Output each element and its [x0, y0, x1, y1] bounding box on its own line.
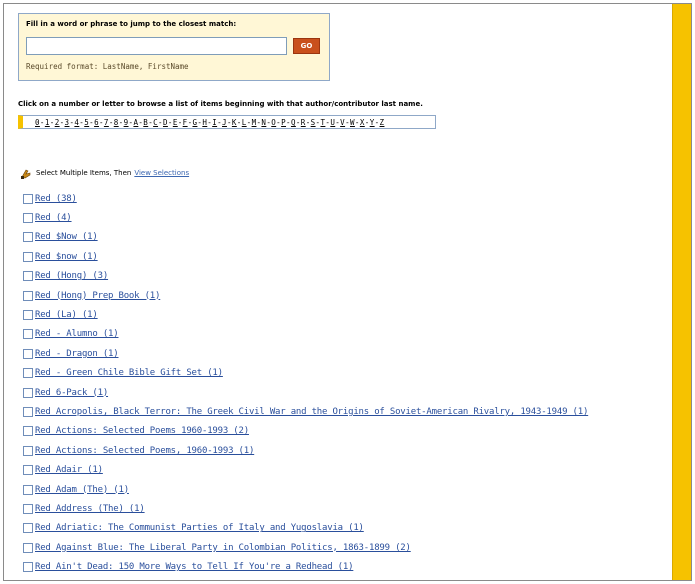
- list-item: Red Address (The) (1): [23, 499, 588, 518]
- select-checkbox[interactable]: [23, 484, 33, 495]
- format-note: Required format: LastName, FirstName: [26, 62, 189, 71]
- multi-select-text: Select Multiple Items, Then: [36, 169, 132, 177]
- select-checkbox[interactable]: [23, 406, 33, 417]
- list-item: Red (4): [23, 208, 588, 227]
- go-button[interactable]: GO: [293, 38, 320, 54]
- list-item: Red 6-Pack (1): [23, 383, 588, 402]
- select-checkbox[interactable]: [23, 213, 33, 224]
- result-link[interactable]: Red - Green Chile Bible Gift Set (1): [35, 368, 223, 378]
- results-list: Red (38) Red (4) Red $Now (1) Red $now (1) R…: [23, 189, 588, 577]
- result-link[interactable]: Red (Hong) (3): [35, 271, 108, 281]
- select-checkbox[interactable]: [23, 465, 33, 476]
- search-input[interactable]: [26, 37, 287, 55]
- list-item: Red $now (1): [23, 247, 588, 266]
- list-item: Red Adair (1): [23, 460, 588, 479]
- list-item: Red Actions: Selected Poems, 1960-1993 (…: [23, 441, 588, 460]
- list-item: Red (Hong) (3): [23, 267, 588, 286]
- result-link[interactable]: Red (4): [35, 213, 72, 223]
- select-checkbox[interactable]: [23, 426, 33, 437]
- select-checkbox[interactable]: [23, 348, 33, 359]
- select-checkbox[interactable]: [23, 542, 33, 553]
- result-link[interactable]: Red Address (The) (1): [35, 504, 145, 514]
- list-item: Red $Now (1): [23, 228, 588, 247]
- result-link[interactable]: Red Actions: Selected Poems, 1960-1993 (…: [35, 446, 254, 456]
- list-item: Red Actions: Selected Poems 1960-1993 (2…: [23, 422, 588, 441]
- result-link[interactable]: Red Ain't Dead: 150 More Ways to Tell If…: [35, 562, 354, 572]
- hand-pointer-icon: [20, 167, 32, 179]
- select-checkbox[interactable]: [23, 251, 33, 262]
- select-checkbox[interactable]: [23, 310, 33, 321]
- list-item: Red - Green Chile Bible Gift Set (1): [23, 364, 588, 383]
- search-label: Fill in a word or phrase to jump to the …: [26, 20, 237, 28]
- list-item: Red (38): [23, 189, 588, 208]
- select-checkbox[interactable]: [23, 368, 33, 379]
- result-link[interactable]: Red - Alumno (1): [35, 329, 119, 339]
- result-link[interactable]: Red Actions: Selected Poems 1960-1993 (2…: [35, 426, 249, 436]
- select-checkbox[interactable]: [23, 503, 33, 514]
- multi-select-row: Select Multiple Items, Then View Selecti…: [20, 167, 189, 179]
- list-item: Red Acropolis, Black Terror: The Greek C…: [23, 402, 588, 421]
- result-link[interactable]: Red Against Blue: The Liberal Party in C…: [35, 543, 411, 553]
- browse-instructions: Click on a number or letter to browse a …: [18, 100, 423, 108]
- list-item: Red - Dragon (1): [23, 344, 588, 363]
- list-item: Red Against Blue: The Liberal Party in C…: [23, 538, 588, 557]
- select-checkbox[interactable]: [23, 387, 33, 398]
- result-link[interactable]: Red $now (1): [35, 252, 98, 262]
- list-item: Red - Alumno (1): [23, 325, 588, 344]
- alphabet-link-z[interactable]: Z: [380, 118, 385, 127]
- select-checkbox[interactable]: [23, 232, 33, 243]
- alphabet-nav: 0-1-2-3-4-5-6-7-8-9-A-B-C-D-E-F-G-H-I-J-…: [18, 115, 436, 129]
- view-selections-link[interactable]: View Selections: [134, 169, 189, 177]
- result-link[interactable]: Red Acropolis, Black Terror: The Greek C…: [35, 407, 588, 417]
- select-checkbox[interactable]: [23, 445, 33, 456]
- result-link[interactable]: Red - Dragon (1): [35, 349, 119, 359]
- select-checkbox[interactable]: [23, 271, 33, 282]
- result-link[interactable]: Red Adriatic: The Communist Parties of I…: [35, 523, 364, 533]
- select-checkbox[interactable]: [23, 290, 33, 301]
- result-link[interactable]: Red 6-Pack (1): [35, 388, 108, 398]
- result-link[interactable]: Red $Now (1): [35, 232, 98, 242]
- accent-bar: [672, 4, 691, 580]
- search-panel: Fill in a word or phrase to jump to the …: [18, 13, 330, 81]
- select-checkbox[interactable]: [23, 193, 33, 204]
- result-link[interactable]: Red (Hong) Prep Book (1): [35, 291, 160, 301]
- list-item: Red Adriatic: The Communist Parties of I…: [23, 519, 588, 538]
- browse-frame: Fill in a word or phrase to jump to the …: [3, 3, 692, 581]
- result-link[interactable]: Red (38): [35, 194, 77, 204]
- list-item: Red (Hong) Prep Book (1): [23, 286, 588, 305]
- list-item: Red Adam (The) (1): [23, 480, 588, 499]
- select-checkbox[interactable]: [23, 562, 33, 573]
- list-item: Red (La) (1): [23, 305, 588, 324]
- result-link[interactable]: Red (La) (1): [35, 310, 98, 320]
- result-link[interactable]: Red Adair (1): [35, 465, 103, 475]
- alphabet-links: 0-1-2-3-4-5-6-7-8-9-A-B-C-D-E-F-G-H-I-J-…: [35, 118, 384, 127]
- list-item: Red Ain't Dead: 150 More Ways to Tell If…: [23, 557, 588, 576]
- result-link[interactable]: Red Adam (The) (1): [35, 485, 129, 495]
- select-checkbox[interactable]: [23, 329, 33, 340]
- select-checkbox[interactable]: [23, 523, 33, 534]
